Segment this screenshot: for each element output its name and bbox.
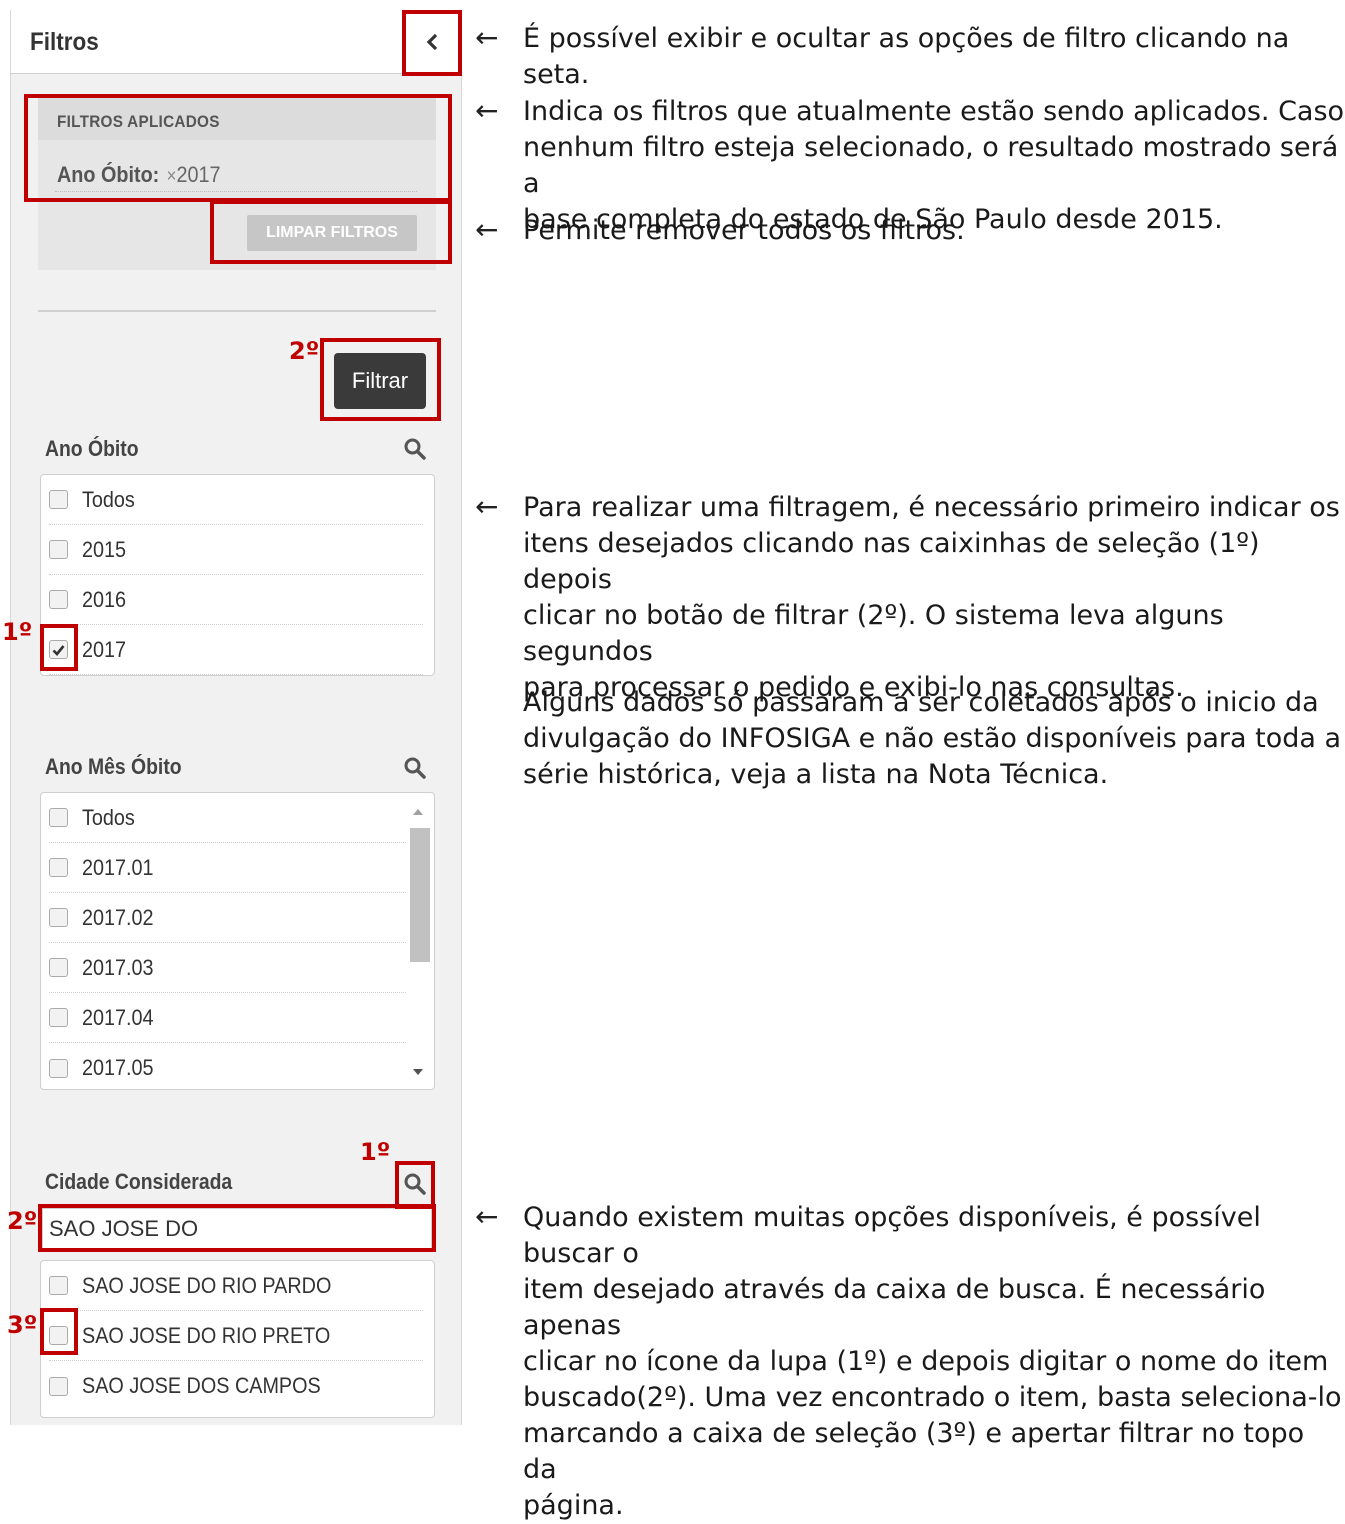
list-item-label: 2017.03 xyxy=(82,954,154,980)
section-title-ano-obito: Ano Óbito xyxy=(45,436,139,461)
arrow-icon: ← xyxy=(475,94,499,127)
arrow-icon: ← xyxy=(475,213,499,246)
list-item[interactable]: 2017.03 xyxy=(49,943,406,993)
cidade-list: SAO JOSE DO RIO PARDO SAO JOSE DO RIO PR… xyxy=(40,1260,435,1418)
highlight-search-input xyxy=(38,1204,436,1252)
list-item[interactable]: SAO JOSE DOS CAMPOS xyxy=(49,1361,423,1411)
checkbox[interactable] xyxy=(49,1008,68,1027)
annotation-line: página. xyxy=(523,1490,624,1521)
highlight-clear-button xyxy=(210,200,452,264)
list-item-label: 2017.02 xyxy=(82,904,154,930)
list-item-label: SAO JOSE DOS CAMPOS xyxy=(82,1373,321,1398)
checkbox[interactable] xyxy=(49,540,68,559)
list-item[interactable]: 2017.02 xyxy=(49,893,406,943)
list-item-label: 2015 xyxy=(82,536,127,562)
list-item-label: 2017 xyxy=(82,636,127,662)
list-item-label: Todos xyxy=(82,486,135,512)
search-icon[interactable] xyxy=(403,437,427,466)
annotation-line: marcando a caixa de seleção (3º) e apert… xyxy=(523,1418,1305,1485)
ano-mes-obito-list: Todos 2017.01 2017.02 2017.03 2017.04 20… xyxy=(40,792,435,1090)
checkbox[interactable] xyxy=(49,808,68,827)
list-item[interactable]: SAO JOSE DO RIO PRETO xyxy=(49,1311,423,1361)
annotation-line: clicar no botão de filtrar (2º). O siste… xyxy=(523,600,1224,667)
annotation-line: itens desejados clicando nas caixinhas d… xyxy=(523,528,1260,595)
annotation-line: Para realizar uma filtragem, é necessári… xyxy=(523,492,1340,523)
section-title-cidade: Cidade Considerada xyxy=(45,1169,233,1194)
section-title-ano-mes-obito: Ano Mês Óbito xyxy=(45,754,182,779)
list-item[interactable]: 2017 xyxy=(49,625,423,675)
list-item[interactable]: Todos xyxy=(49,475,423,525)
highlight-filter-button xyxy=(320,338,441,421)
step-label: 2º xyxy=(289,337,320,365)
checkbox[interactable] xyxy=(49,590,68,609)
annotation-toggle: É possível exibir e ocultar as opções de… xyxy=(523,21,1345,93)
list-item-label: 2016 xyxy=(82,586,127,612)
search-icon[interactable] xyxy=(403,756,427,785)
annotation-line: Quando existem muitas opções disponíveis… xyxy=(523,1202,1261,1269)
checkbox[interactable] xyxy=(49,908,68,927)
annotation-line: clicar no ícone da lupa (1º) e depois di… xyxy=(523,1346,1329,1377)
step-label: 1º xyxy=(360,1138,391,1166)
list-item-label: Todos xyxy=(82,804,135,830)
list-item[interactable]: SAO JOSE DO RIO PARDO xyxy=(49,1261,423,1311)
list-item[interactable]: 2017.04 xyxy=(49,993,406,1043)
list-item-label: SAO JOSE DO RIO PRETO xyxy=(82,1322,331,1348)
ano-obito-list: Todos 2015 2016 2017 xyxy=(40,474,435,676)
step-label: 3º xyxy=(7,1311,38,1339)
list-item[interactable]: 2017.05 xyxy=(49,1043,406,1093)
checkbox[interactable] xyxy=(49,1376,68,1396)
arrow-icon: ← xyxy=(475,1200,499,1233)
annotation-line: nenhum filtro esteja selecionado, o resu… xyxy=(523,132,1339,199)
highlight-search-icon xyxy=(395,1161,435,1209)
annotation-data-note: Alguns dados só passaram a ser coletados… xyxy=(523,685,1341,793)
highlight-applied-filters xyxy=(24,94,452,202)
list-item[interactable]: 2015 xyxy=(49,525,423,575)
list-item-label: 2017.01 xyxy=(82,854,154,880)
annotation-search: Quando existem muitas opções disponíveis… xyxy=(523,1200,1345,1524)
annotation-line: buscado(2º). Uma vez encontrado o item, … xyxy=(523,1382,1342,1413)
list-item[interactable]: 2016 xyxy=(49,575,423,625)
checkbox[interactable] xyxy=(49,958,68,977)
arrow-icon: ← xyxy=(475,490,499,523)
step-label: 1º xyxy=(2,618,33,646)
list-item-label: 2017.05 xyxy=(82,1055,154,1080)
annotation-line: item desejado através da caixa de busca.… xyxy=(523,1274,1266,1341)
checkbox[interactable] xyxy=(49,858,68,877)
annotation-line: Permite remover todos os filtros. xyxy=(523,215,965,246)
highlight-collapse xyxy=(402,10,462,76)
list-item[interactable]: Todos xyxy=(49,793,406,843)
checkbox[interactable] xyxy=(49,1058,68,1078)
checkbox[interactable] xyxy=(49,1276,68,1295)
annotation-line: Alguns dados só passaram a ser coletados… xyxy=(523,687,1319,718)
step-label: 2º xyxy=(7,1207,38,1235)
divider xyxy=(38,310,436,312)
annotation-line: É possível exibir e ocultar as opções de… xyxy=(523,23,1290,90)
annotation-line: Indica os filtros que atualmente estão s… xyxy=(523,96,1345,127)
annotation-filtering: Para realizar uma filtragem, é necessári… xyxy=(523,490,1345,706)
list-item[interactable]: 2017.01 xyxy=(49,843,406,893)
arrow-icon: ← xyxy=(475,21,499,54)
highlight-checkbox-rio-preto xyxy=(40,1308,78,1355)
sidebar-title: Filtros xyxy=(30,28,99,56)
checkbox[interactable] xyxy=(49,490,68,509)
list-item-label: 2017.04 xyxy=(82,1004,154,1030)
list-item-label: SAO JOSE DO RIO PARDO xyxy=(82,1272,332,1298)
scroll-down-arrow-icon[interactable] xyxy=(412,1068,424,1076)
annotation-clear: Permite remover todos os filtros. xyxy=(523,213,965,249)
scrollbar-thumb[interactable] xyxy=(410,828,430,962)
scroll-up-arrow-icon[interactable] xyxy=(412,808,424,816)
annotation-line: divulgação do INFOSIGA e não estão dispo… xyxy=(523,723,1342,754)
annotation-line: série histórica, veja a lista na Nota Té… xyxy=(523,759,1109,790)
highlight-checkbox-2017 xyxy=(40,624,78,671)
